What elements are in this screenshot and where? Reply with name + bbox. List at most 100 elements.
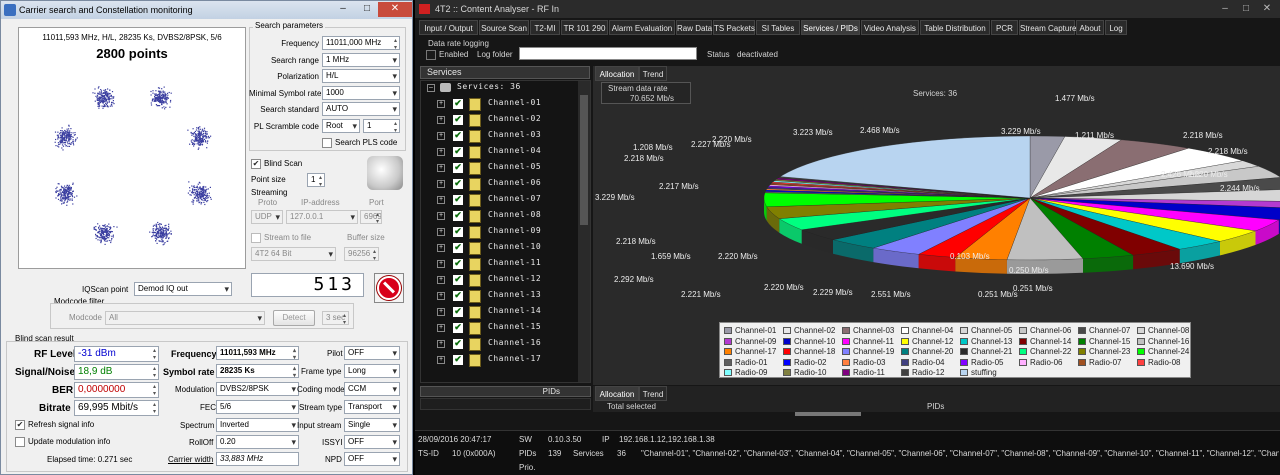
service-row[interactable]: + ✔ Channel-11 [437, 257, 587, 273]
coding-mode-select[interactable]: CCM [344, 382, 400, 396]
service-row[interactable]: + ✔ Channel-07 [437, 193, 587, 209]
expand-icon[interactable]: + [437, 276, 445, 284]
service-checkbox[interactable]: ✔ [453, 195, 463, 205]
fec-select[interactable]: 5/6 [216, 400, 299, 414]
detect-button[interactable]: Detect [273, 310, 315, 326]
npd-select[interactable]: OFF [344, 452, 400, 466]
input-stream-select[interactable]: Single [344, 418, 400, 432]
tab-input-output[interactable]: Input / Output [419, 20, 478, 35]
service-row[interactable]: + ✔ Channel-10 [437, 241, 587, 257]
service-checkbox[interactable]: ✔ [453, 339, 463, 349]
tab-tr-101-290[interactable]: TR 101 290 [561, 20, 608, 35]
service-row[interactable]: + ✔ Channel-16 [437, 337, 587, 353]
issyi-select[interactable]: OFF [344, 435, 400, 449]
log-folder-input[interactable] [519, 47, 697, 60]
tab-stream-capture[interactable]: Stream Capture [1019, 20, 1076, 35]
search-standard-select[interactable]: AUTO [322, 102, 400, 116]
expand-icon[interactable]: + [437, 356, 445, 364]
expand-icon[interactable]: + [437, 340, 445, 348]
service-checkbox[interactable]: ✔ [453, 179, 463, 189]
blind-scan-checkbox[interactable]: ✔ [251, 159, 261, 169]
satellite-dish-icon[interactable] [367, 156, 403, 190]
service-row[interactable]: + ✔ Channel-13 [437, 289, 587, 305]
service-checkbox[interactable]: ✔ [453, 227, 463, 237]
service-row[interactable]: + ✔ Channel-14 [437, 305, 587, 321]
tab-trend[interactable]: Trend [639, 66, 667, 81]
tab-video-analysis[interactable]: Video Analysis [861, 20, 919, 35]
service-checkbox[interactable]: ✔ [453, 147, 463, 157]
scrollbar-thumb[interactable] [580, 95, 588, 225]
service-row[interactable]: + ✔ Channel-06 [437, 177, 587, 193]
expand-icon[interactable]: + [437, 196, 445, 204]
service-checkbox[interactable]: ✔ [453, 275, 463, 285]
window-titlebar[interactable]: 4T2 :: Content Analyser - RF In [415, 0, 1280, 18]
expand-icon[interactable]: + [437, 116, 445, 124]
tab-services-pids[interactable]: Services / PIDs [801, 20, 860, 35]
service-row[interactable]: + ✔ Channel-05 [437, 161, 587, 177]
services-scrollbar[interactable] [578, 81, 590, 382]
expand-icon[interactable]: + [437, 308, 445, 316]
tab-pcr[interactable]: PCR [991, 20, 1018, 35]
spectrum-select[interactable]: Inverted [216, 418, 299, 432]
service-row[interactable]: + ✔ Channel-15 [437, 321, 587, 337]
close-button[interactable]: ✕ [378, 2, 412, 17]
collapse-icon[interactable]: – [427, 84, 435, 92]
tab-si-tables[interactable]: SI Tables [756, 20, 800, 35]
service-row[interactable]: + ✔ Channel-17 [437, 353, 587, 369]
tab-t2-mi[interactable]: T2-MI [530, 20, 560, 35]
service-checkbox[interactable]: ✔ [453, 291, 463, 301]
frequency-input[interactable]: 11011,000 MHz [322, 36, 400, 50]
point-size-input[interactable]: 1 [307, 173, 325, 187]
tab-raw-data[interactable]: Raw Data [676, 20, 712, 35]
service-checkbox[interactable]: ✔ [453, 131, 463, 141]
frame-type-select[interactable]: Long [344, 364, 400, 378]
tab-source-scan[interactable]: Source Scan [479, 20, 529, 35]
expand-icon[interactable]: + [437, 100, 445, 108]
expand-icon[interactable]: + [437, 228, 445, 236]
file-format-select[interactable]: 4T2 64 Bit [251, 247, 336, 261]
min-symbol-rate-select[interactable]: 1000 [322, 86, 400, 100]
tab-ts-packets[interactable]: TS Packets [713, 20, 755, 35]
expand-icon[interactable]: + [437, 132, 445, 140]
modcode-select[interactable]: All [105, 311, 265, 325]
minimize-button[interactable]: – [1215, 2, 1235, 16]
tab-about[interactable]: About [1076, 20, 1104, 35]
stop-button[interactable] [374, 273, 404, 303]
service-checkbox[interactable]: ✔ [453, 115, 463, 125]
rolloff-select[interactable]: 0.20 [216, 435, 299, 449]
minimize-button[interactable]: – [331, 2, 355, 17]
iq-scan-select[interactable]: Demod IQ out [134, 282, 232, 296]
service-checkbox[interactable]: ✔ [453, 307, 463, 317]
modulation-select[interactable]: DVBS2/8PSK [216, 382, 299, 396]
pilot-select[interactable]: OFF [344, 346, 400, 360]
tab-alarm-evaluation[interactable]: Alarm Evaluation [609, 20, 675, 35]
service-row[interactable]: + ✔ Channel-04 [437, 145, 587, 161]
refresh-signal-checkbox[interactable]: ✔ [15, 420, 25, 430]
expand-icon[interactable]: + [437, 212, 445, 220]
expand-icon[interactable]: + [437, 244, 445, 252]
service-checkbox[interactable]: ✔ [453, 355, 463, 365]
tab-allocation-pids[interactable]: Allocation [595, 386, 639, 401]
tab-log[interactable]: Log [1105, 20, 1127, 35]
service-row[interactable]: + ✔ Channel-12 [437, 273, 587, 289]
maximize-button[interactable]: □ [355, 2, 379, 17]
expand-icon[interactable]: + [437, 260, 445, 268]
logging-enabled-checkbox[interactable] [426, 50, 436, 60]
buffer-size-input[interactable]: 96256 [344, 247, 379, 261]
search-range-select[interactable]: 1 MHz [322, 53, 400, 67]
pl-scramble-mode-select[interactable]: Root [322, 119, 360, 133]
tab-allocation[interactable]: Allocation [595, 66, 639, 81]
service-checkbox[interactable]: ✔ [453, 243, 463, 253]
splitter-handle[interactable] [795, 412, 861, 416]
expand-icon[interactable]: + [437, 180, 445, 188]
services-root-row[interactable]: – Services: 36 [424, 81, 584, 97]
update-modulation-checkbox[interactable] [15, 437, 25, 447]
ip-address-select[interactable]: 127.0.0.1 [286, 210, 358, 224]
service-row[interactable]: + ✔ Channel-09 [437, 225, 587, 241]
service-row[interactable]: + ✔ Channel-02 [437, 113, 587, 129]
service-checkbox[interactable]: ✔ [453, 211, 463, 221]
pids-scrollbar[interactable] [420, 398, 591, 410]
search-pls-checkbox[interactable] [322, 138, 332, 148]
service-row[interactable]: + ✔ Channel-03 [437, 129, 587, 145]
proto-select[interactable]: UDP [251, 210, 283, 224]
